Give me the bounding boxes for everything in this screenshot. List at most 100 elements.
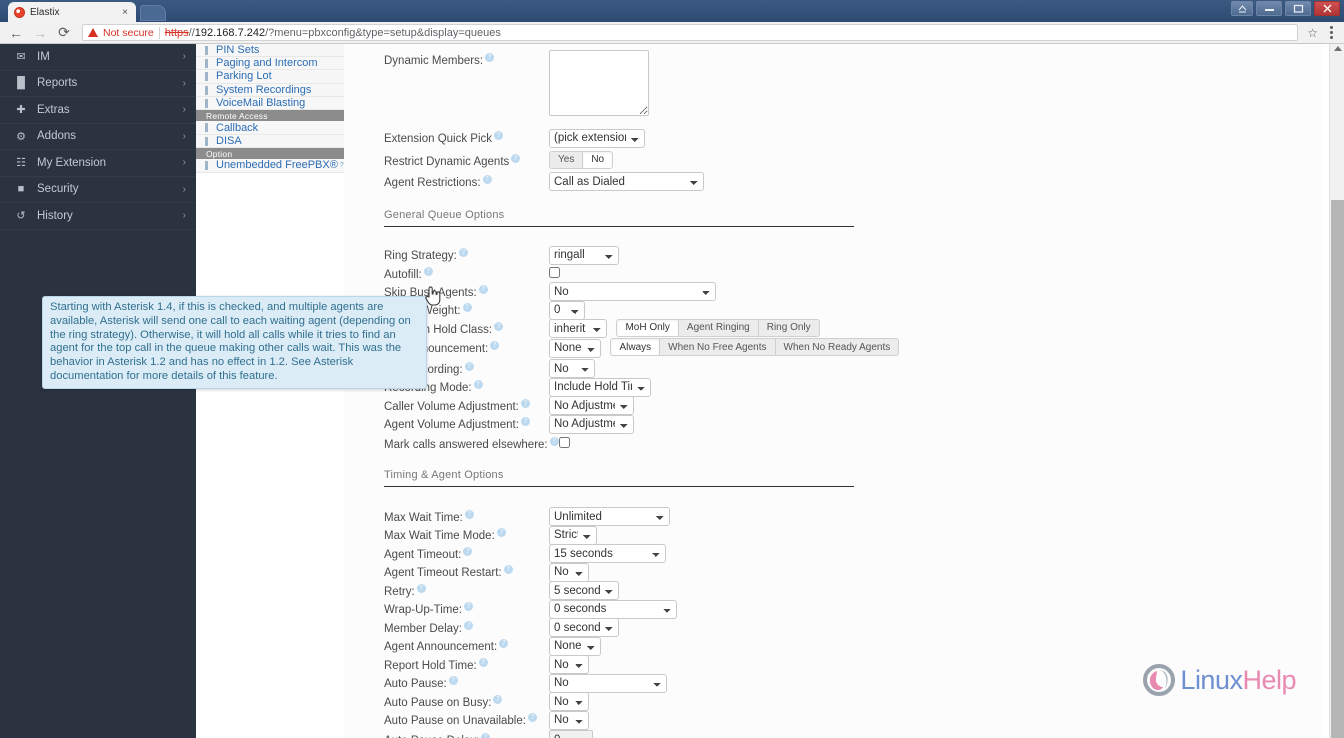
agent-timeout-select[interactable]: 15 seconds xyxy=(549,544,666,563)
restrict-dynamic-agents-no[interactable]: No xyxy=(582,150,614,169)
address-bar[interactable]: Not secure https//192.168.7.242/?menu=pb… xyxy=(82,24,1299,41)
label-text: Agent Restrictions: xyxy=(384,176,481,189)
moh-mode-moh-only[interactable]: MoH Only xyxy=(616,318,679,337)
help-icon[interactable]: ? xyxy=(520,417,530,426)
moh-mode-agent-ringing[interactable]: Agent Ringing xyxy=(677,318,759,337)
max-wait-time-mode-select[interactable]: Strict xyxy=(549,525,597,545)
agent-restrictions-select[interactable]: Call as Dialed xyxy=(549,172,704,191)
help-icon[interactable]: ? xyxy=(482,174,492,184)
help-icon[interactable]: ? xyxy=(463,546,473,556)
help-icon[interactable]: ? xyxy=(499,639,509,648)
join-announcement-select[interactable]: None xyxy=(549,338,601,358)
help-icon[interactable]: ? xyxy=(549,436,559,446)
submenu-link-callback[interactable]: Callback xyxy=(196,121,344,135)
help-icon[interactable]: ? xyxy=(496,528,506,537)
help-icon[interactable]: ? xyxy=(481,732,491,738)
help-icon[interactable]: ? xyxy=(493,694,503,704)
forward-button[interactable]: → xyxy=(28,23,52,43)
help-icon[interactable]: ? xyxy=(494,321,504,331)
new-tab-button[interactable] xyxy=(140,5,166,21)
browser-tab-elastix[interactable]: Elastix × xyxy=(8,2,136,22)
browser-menu-icon[interactable] xyxy=(1323,26,1340,39)
moh-mode-ring-only[interactable]: Ring Only xyxy=(757,318,820,337)
page-scrollbar[interactable] xyxy=(1329,44,1344,738)
recording-mode-select[interactable]: Include Hold Time xyxy=(549,377,651,397)
caller-volume-adjustment-select[interactable]: No Adjustment xyxy=(549,396,634,415)
mark-calls-answered-elsewhere-checkbox[interactable] xyxy=(558,436,570,448)
join-announce-when-no-free-agents[interactable]: When No Free Agents xyxy=(659,338,776,356)
submenu-link-unembedded-freepbx[interactable]: Unembedded FreePBX®? xyxy=(196,159,344,173)
elastix-favicon-icon xyxy=(14,6,25,18)
help-icon[interactable]: ? xyxy=(473,380,483,389)
submenu-link-paging-and-intercom[interactable]: Paging and Intercom xyxy=(196,57,344,71)
retry-select[interactable]: 5 seconds xyxy=(549,581,619,600)
sidebar-item-history[interactable]: ↺ History › xyxy=(0,203,196,230)
back-button[interactable]: ← xyxy=(4,23,28,43)
close-button[interactable] xyxy=(1314,1,1340,16)
scroll-up-arrow-icon[interactable] xyxy=(1334,46,1342,51)
help-icon[interactable]: ? xyxy=(490,341,500,350)
help-icon[interactable]: ? xyxy=(520,398,530,408)
music-on-hold-class-select[interactable]: inherit xyxy=(549,319,607,338)
help-icon[interactable]: ? xyxy=(511,153,521,163)
sidebar-item-reports[interactable]: █ Reports › xyxy=(0,71,196,97)
max-wait-time-select[interactable]: Unlimited xyxy=(549,507,670,526)
wrap-up-time-select[interactable]: 0 seconds xyxy=(549,599,677,619)
join-announce-when-no-ready-agents[interactable]: When No Ready Agents xyxy=(774,338,900,356)
extension-quick-pick-select[interactable]: (pick extension) xyxy=(549,128,645,148)
join-announce-mode-buttongroup: Always When No Free Agents When No Ready… xyxy=(610,338,900,356)
agent-announcement-select[interactable]: None xyxy=(549,636,601,656)
help-icon[interactable]: ? xyxy=(463,620,473,630)
sidebar-item-addons[interactable]: ⚙ Addons › xyxy=(0,124,196,150)
submenu-link-pin-sets[interactable]: PIN Sets xyxy=(196,44,344,58)
sidebar-item-label: History xyxy=(37,209,73,222)
sidebar-item-im[interactable]: ✉ IM › xyxy=(0,44,196,71)
dynamic-members-textarea[interactable] xyxy=(549,50,649,116)
bookmark-star-icon[interactable]: ☆ xyxy=(1302,26,1323,40)
sidebar-item-my-extension[interactable]: ☷ My Extension › xyxy=(0,150,196,177)
maximize-button[interactable] xyxy=(1285,1,1311,16)
auto-pause-select[interactable]: No xyxy=(549,673,667,693)
skip-busy-agents-select[interactable]: No xyxy=(549,282,716,301)
tab-close-icon[interactable]: × xyxy=(120,7,130,18)
help-icon[interactable]: ? xyxy=(458,248,468,257)
agent-volume-adjustment-select[interactable]: No Adjustment xyxy=(549,414,634,434)
help-icon[interactable]: ? xyxy=(448,676,458,685)
submenu-link-voicemail-blasting[interactable]: VoiceMail Blasting xyxy=(196,96,344,110)
help-icon[interactable]: ? xyxy=(485,53,495,62)
submenu-link-parking-lot[interactable]: Parking Lot xyxy=(196,70,344,84)
sidebar-item-security[interactable]: ■ Security › xyxy=(0,177,196,203)
auto-pause-on-unavailable-select[interactable]: No xyxy=(549,710,589,730)
help-icon[interactable]: ? xyxy=(464,361,474,371)
auto-pause-delay-input[interactable] xyxy=(549,730,593,738)
help-icon[interactable]: ? xyxy=(527,713,537,722)
help-icon[interactable]: ? xyxy=(478,284,488,294)
join-announce-always[interactable]: Always xyxy=(610,338,661,356)
help-icon[interactable]: ? xyxy=(503,565,513,574)
help-icon[interactable]: ? xyxy=(462,303,472,312)
help-icon[interactable]: ? xyxy=(494,131,504,140)
call-recording-select[interactable]: No xyxy=(549,359,595,378)
submenu-link-system-recordings[interactable]: System Recordings xyxy=(196,83,344,97)
help-icon[interactable]: ? xyxy=(416,583,426,593)
help-icon[interactable]: ? xyxy=(463,602,473,611)
restore-down-button[interactable] xyxy=(1231,1,1253,16)
section-timing-agent-options: Timing & Agent Options xyxy=(384,468,504,481)
help-icon[interactable]: ? xyxy=(464,509,474,519)
reload-button[interactable]: ⟳ xyxy=(52,23,76,43)
auto-pause-on-busy-select[interactable]: No xyxy=(549,692,589,711)
queue-weight-select[interactable]: 0 xyxy=(549,300,585,320)
scrollbar-thumb[interactable] xyxy=(1331,200,1344,738)
submenu-link-disa[interactable]: DISA xyxy=(196,134,344,148)
sidebar-item-extras[interactable]: ✚ Extras › xyxy=(0,97,196,124)
ring-strategy-select[interactable]: ringall xyxy=(549,245,619,265)
autofill-checkbox[interactable] xyxy=(549,266,560,278)
restrict-dynamic-agents-yes[interactable]: Yes xyxy=(549,150,584,169)
field-row-auto-pause-delay: Auto Pause Delay:? xyxy=(344,730,1322,738)
report-hold-time-select[interactable]: No xyxy=(549,655,589,674)
agent-timeout-restart-select[interactable]: No xyxy=(549,562,589,582)
help-icon[interactable]: ? xyxy=(478,657,488,667)
minimize-button[interactable] xyxy=(1256,1,1282,16)
help-icon-autofill[interactable]: ? xyxy=(423,266,433,276)
member-delay-select[interactable]: 0 seconds xyxy=(549,618,619,637)
